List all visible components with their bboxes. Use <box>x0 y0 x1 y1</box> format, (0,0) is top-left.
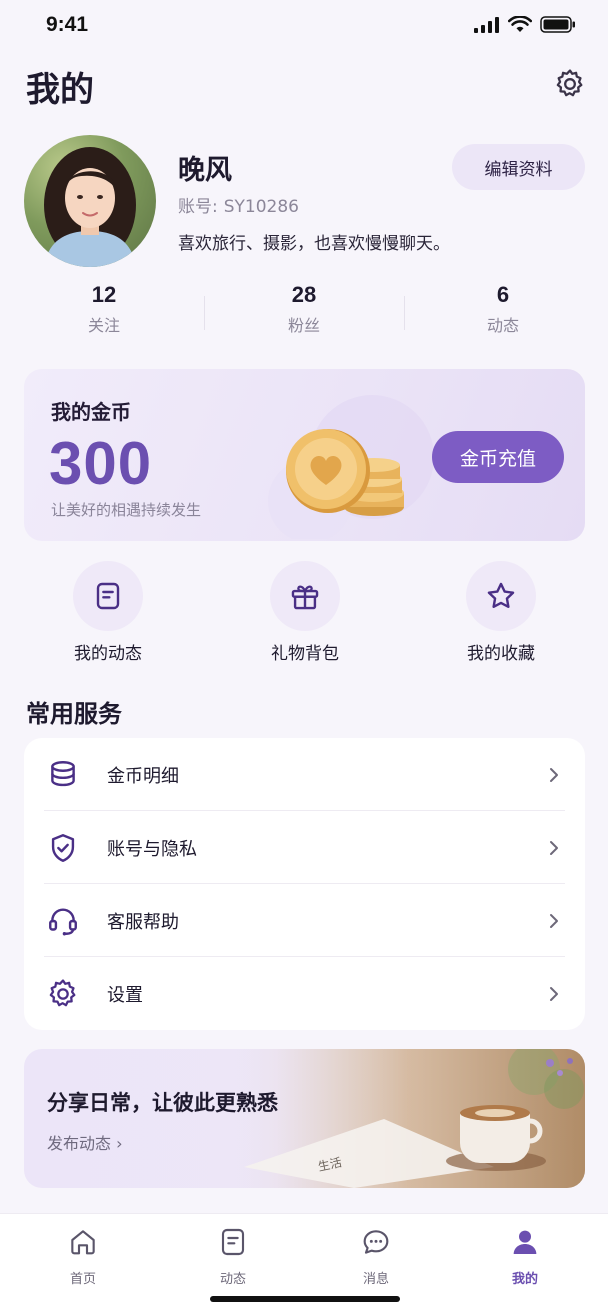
chevron-right-icon <box>550 914 558 928</box>
quick-label: 我的动态 <box>74 644 142 664</box>
quick-label: 礼物背包 <box>271 644 339 664</box>
tab-label: 我的 <box>511 1272 538 1287</box>
quick-icon-circle <box>270 561 340 631</box>
quick-my-posts[interactable]: 我的动态 <box>48 561 168 664</box>
document-icon <box>221 1228 245 1256</box>
stat-value: 28 <box>291 282 317 307</box>
service-settings[interactable]: 设置 <box>24 957 585 1030</box>
banner-title: 分享日常，让彼此更熟悉 <box>47 1091 278 1115</box>
tab-messages[interactable]: 消息 <box>331 1226 421 1287</box>
profile-bio: 喜欢旅行、摄影，也喜欢慢慢聊天。 <box>178 234 450 254</box>
person-icon <box>513 1230 537 1254</box>
coffee-newspaper-illustration: 生活 <box>234 1049 585 1188</box>
chat-bubble-icon <box>363 1230 389 1254</box>
home-indicator <box>210 1296 400 1302</box>
battery-icon <box>540 16 575 33</box>
service-coin-details[interactable]: 金币明细 <box>24 738 585 811</box>
gear-icon <box>49 979 76 1007</box>
quick-icon-circle <box>466 561 536 631</box>
edit-profile-button[interactable]: 编辑资料 <box>452 144 585 190</box>
stat-value: 12 <box>91 282 117 307</box>
stat-following[interactable]: 12 关注 <box>4 282 204 336</box>
tab-home[interactable]: 首页 <box>38 1226 128 1287</box>
coin-amount: 300 <box>49 430 153 497</box>
signal-icon <box>474 16 499 33</box>
avatar[interactable] <box>24 135 156 267</box>
profile-name: 晚风 <box>178 155 232 186</box>
coin-card: 我的金币 300 让美好的相遇持续发生 金币充值 <box>24 369 585 541</box>
coin-stack-illustration <box>268 395 434 539</box>
coin-subtitle: 让美好的相遇持续发生 <box>51 501 202 519</box>
service-label: 金币明细 <box>107 766 179 787</box>
service-label: 客服帮助 <box>107 912 179 933</box>
status-icons <box>474 16 576 33</box>
service-label: 账号与隐私 <box>107 839 197 860</box>
page-title: 我的 <box>26 70 94 110</box>
quick-gift-bag[interactable]: 礼物背包 <box>245 561 365 664</box>
status-bar: 9:41 <box>0 0 608 50</box>
service-label: 设置 <box>107 985 143 1006</box>
chevron-right-icon <box>550 841 558 855</box>
avatar-portrait <box>44 147 136 267</box>
stat-value: 6 <box>496 282 510 307</box>
stat-followers[interactable]: 28 粉丝 <box>204 282 404 336</box>
tab-label: 首页 <box>69 1272 96 1287</box>
coin-stack-icon <box>51 761 75 787</box>
service-account-privacy[interactable]: 账号与隐私 <box>24 811 585 884</box>
tab-posts[interactable]: 动态 <box>188 1226 278 1287</box>
coin-title: 我的金币 <box>51 400 131 424</box>
gear-icon[interactable] <box>553 67 587 101</box>
account-id: 账号: SY10286 <box>178 192 299 217</box>
services-title: 常用服务 <box>26 700 122 728</box>
gift-icon <box>291 585 319 610</box>
tab-label: 动态 <box>219 1272 246 1287</box>
shield-check-icon <box>51 834 75 862</box>
account-id-value: SY10286 <box>223 197 299 217</box>
account-prefix: 账号: <box>178 197 218 217</box>
stat-label: 动态 <box>486 316 519 335</box>
home-icon <box>71 1230 95 1255</box>
star-icon <box>487 582 515 608</box>
post-link[interactable]: 发布动态 › <box>47 1130 123 1154</box>
headset-icon <box>49 908 77 936</box>
document-icon <box>96 582 120 610</box>
tab-label: 消息 <box>362 1272 389 1287</box>
service-customer-help[interactable]: 客服帮助 <box>24 884 585 957</box>
recharge-button[interactable]: 金币充值 <box>432 431 564 483</box>
wifi-icon <box>508 16 532 32</box>
services-list: 金币明细 账号与隐私 客服帮助 设置 <box>24 738 585 1030</box>
chevron-right-icon <box>550 768 558 782</box>
stat-label: 关注 <box>87 316 120 335</box>
share-banner[interactable]: 生活 分享日常，让彼此更熟悉 发布动态 › <box>24 1049 585 1188</box>
status-time: 9:41 <box>46 13 89 36</box>
chevron-right-icon <box>550 987 558 1001</box>
quick-favorites[interactable]: 我的收藏 <box>441 561 561 664</box>
stat-label: 粉丝 <box>287 316 320 335</box>
quick-icon-circle <box>73 561 143 631</box>
quick-label: 我的收藏 <box>467 644 535 664</box>
stat-posts[interactable]: 6 动态 <box>403 282 603 336</box>
stats-row: 12 关注 28 粉丝 6 动态 <box>0 282 608 342</box>
tab-me[interactable]: 我的 <box>480 1226 570 1287</box>
